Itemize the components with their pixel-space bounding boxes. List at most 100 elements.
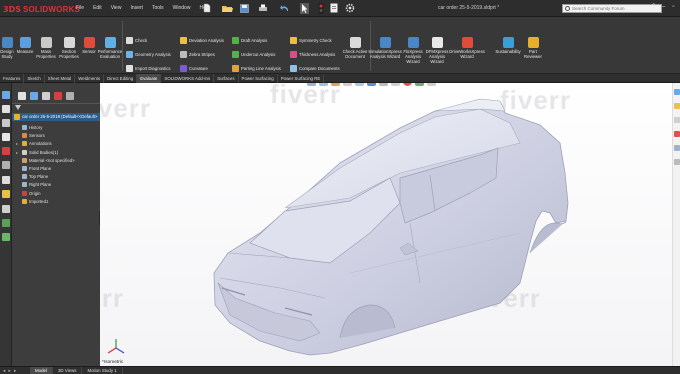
appearances-icon[interactable] <box>674 131 680 137</box>
ribbon-button[interactable]: Import Diagnostics <box>126 65 171 72</box>
configuration-tab-icon[interactable] <box>42 92 50 100</box>
ribbon-button[interactable]: Check Active Document <box>342 37 368 59</box>
help-question-icon[interactable]: ? <box>649 3 658 12</box>
menu-item[interactable]: Tools <box>152 5 164 11</box>
left-bar-dimxpert-icon[interactable] <box>2 147 10 155</box>
tree-item[interactable]: ▸ Solid Bodies(1) <box>16 149 58 156</box>
menu-item[interactable]: View <box>111 5 122 11</box>
file-explorer-icon[interactable] <box>674 117 680 123</box>
search-input[interactable]: Search Community Forum <box>562 4 662 13</box>
tree-root-part[interactable]: car order 25-5-2019 (Default<<Default> <box>12 113 100 121</box>
tree-item[interactable]: Imported1 <box>16 198 48 205</box>
tab-sheet-metal[interactable]: Sheet Metal <box>45 74 76 83</box>
tab-solidworks-add-ins[interactable]: SOLIDWORKS Add-Ins <box>161 74 215 83</box>
menu-item[interactable]: Edit <box>93 5 102 11</box>
file-properties-icon[interactable] <box>330 3 338 13</box>
ribbon-button[interactable]: Undercut Analysis <box>232 51 275 58</box>
ribbon-button[interactable]: Parting Line Analysis <box>232 65 281 72</box>
tab-surfaces[interactable]: Surfaces <box>214 74 239 83</box>
undo-icon[interactable] <box>280 3 290 13</box>
bottom-tab-model[interactable]: Model <box>30 367 53 374</box>
solidworks-logo[interactable]: 3DS SOLIDWORKS <box>3 4 80 14</box>
bottom-tab-3d-views[interactable]: 3D Views <box>53 367 83 374</box>
save-icon[interactable] <box>240 3 249 13</box>
ribbon-button[interactable]: SimulationXpress Analysis Wizard <box>368 37 402 59</box>
tree-item[interactable]: ▸ Annotations <box>16 140 52 147</box>
left-bar-feature-icon[interactable] <box>2 105 10 113</box>
options-gear-icon[interactable] <box>345 3 355 13</box>
dimxpert-tab-icon[interactable] <box>54 92 62 100</box>
tab-power-surfacing[interactable]: Power Surfacing <box>239 74 278 83</box>
tree-item[interactable]: Material <not specified> <box>16 157 75 164</box>
display-tab-icon[interactable] <box>66 92 74 100</box>
left-bar-config-icon[interactable] <box>2 133 10 141</box>
left-bar-display-manager-icon[interactable] <box>2 161 10 169</box>
ribbon-button[interactable]: Deviation Analysis <box>180 37 224 44</box>
tab-power-surfacing-re[interactable]: Power Surfacing RE <box>278 74 325 83</box>
origin-icon <box>22 190 27 196</box>
tree-filter[interactable] <box>12 103 100 111</box>
traffic-light-icon[interactable] <box>318 2 324 14</box>
tab-features[interactable]: Features <box>0 74 25 83</box>
design-library-icon[interactable] <box>674 103 680 109</box>
print-icon[interactable] <box>258 3 268 13</box>
graphics-viewport[interactable]: fiverr fiverr fiverr fiverr fiverr fiver… <box>100 83 680 366</box>
left-bar-green-icon[interactable] <box>2 219 10 227</box>
ribbon-button[interactable]: Geometry Analysis <box>126 51 171 58</box>
forum-icon[interactable] <box>674 159 680 165</box>
tree-item[interactable]: Front Plane <box>16 165 51 172</box>
ribbon-button[interactable]: Draft Analysis <box>232 37 267 44</box>
custom-properties-icon[interactable] <box>674 145 680 151</box>
menu-item[interactable]: Insert <box>130 5 143 11</box>
left-bar-folder-icon[interactable] <box>2 190 10 198</box>
left-bar-sheet-icon[interactable] <box>2 205 10 213</box>
car-body-model[interactable] <box>100 83 680 366</box>
left-bar-chart-icon[interactable] <box>2 233 10 241</box>
ribbon-button[interactable]: Performance Evaluation <box>98 37 122 59</box>
ribbon-button[interactable]: FloXpress Analysis Wizard <box>400 37 426 64</box>
ribbon-button[interactable]: Section Properties <box>58 37 80 59</box>
minimize-button[interactable]: – <box>659 3 668 12</box>
ribbon-button[interactable]: Sustainability <box>495 37 521 54</box>
ribbon-button[interactable]: Design Study <box>0 37 14 59</box>
expand-arrow-icon[interactable]: ▸ <box>16 141 20 146</box>
tree-item[interactable]: Sensors <box>16 132 45 139</box>
left-bar-property-icon[interactable] <box>2 119 10 127</box>
menu-item[interactable]: Window <box>173 5 191 11</box>
left-bar-lock-icon[interactable] <box>2 176 10 184</box>
ribbon-button[interactable]: DFMXpress Analysis Wizard <box>424 37 450 64</box>
bottom-tab-motion-study-1[interactable]: Motion Study 1 <box>82 367 123 374</box>
new-document-icon[interactable] <box>203 3 211 13</box>
open-folder-icon[interactable] <box>222 3 233 13</box>
ribbon-button[interactable]: Compare Documents <box>290 65 340 72</box>
ribbon-button[interactable]: Symmetry Check <box>290 37 332 44</box>
tab-evaluate[interactable]: Evaluate <box>137 74 162 83</box>
restore-button[interactable]: ▫ <box>669 3 678 12</box>
resources-icon[interactable] <box>674 89 680 95</box>
tree-item[interactable]: Top Plane <box>16 173 48 180</box>
expand-arrow-icon[interactable]: ▸ <box>16 150 20 155</box>
tab-weldments[interactable]: Weldments <box>75 74 105 83</box>
tree-item[interactable]: History <box>16 124 42 131</box>
select-cursor-icon[interactable] <box>300 2 309 14</box>
ribbon-button[interactable]: Check <box>126 37 147 44</box>
tab-direct-editing[interactable]: Direct Editing <box>104 74 138 83</box>
ribbon-button[interactable]: Thickness Analysis <box>290 51 335 58</box>
tree-item[interactable]: Origin <box>16 190 40 197</box>
ribbon-button-label: Mass Properties <box>36 49 56 59</box>
tab-scroll-arrows[interactable]: ◂ ▸ ▸ <box>0 367 30 374</box>
menu-item[interactable]: File <box>76 5 84 11</box>
left-bar-display-icon[interactable] <box>2 91 10 99</box>
ribbon-button[interactable]: Zebra Stripes <box>180 51 215 58</box>
tab-sketch[interactable]: Sketch <box>24 74 45 83</box>
floxpress-icon <box>407 37 419 48</box>
ribbon-button[interactable]: Mass Properties <box>36 37 56 59</box>
ribbon-button[interactable]: Part Reviewer <box>522 37 544 59</box>
tree-item[interactable]: Right Plane <box>16 181 51 188</box>
ribbon-button[interactable]: Curvature <box>180 65 208 72</box>
ribbon-button[interactable]: DriveWorksXpress Wizard <box>448 37 486 59</box>
ribbon-button[interactable]: Measure <box>16 37 34 54</box>
feature-tree-tab-icon[interactable] <box>18 92 26 100</box>
ribbon-button[interactable]: Sensor <box>80 37 98 54</box>
property-manager-tab-icon[interactable] <box>30 92 38 100</box>
